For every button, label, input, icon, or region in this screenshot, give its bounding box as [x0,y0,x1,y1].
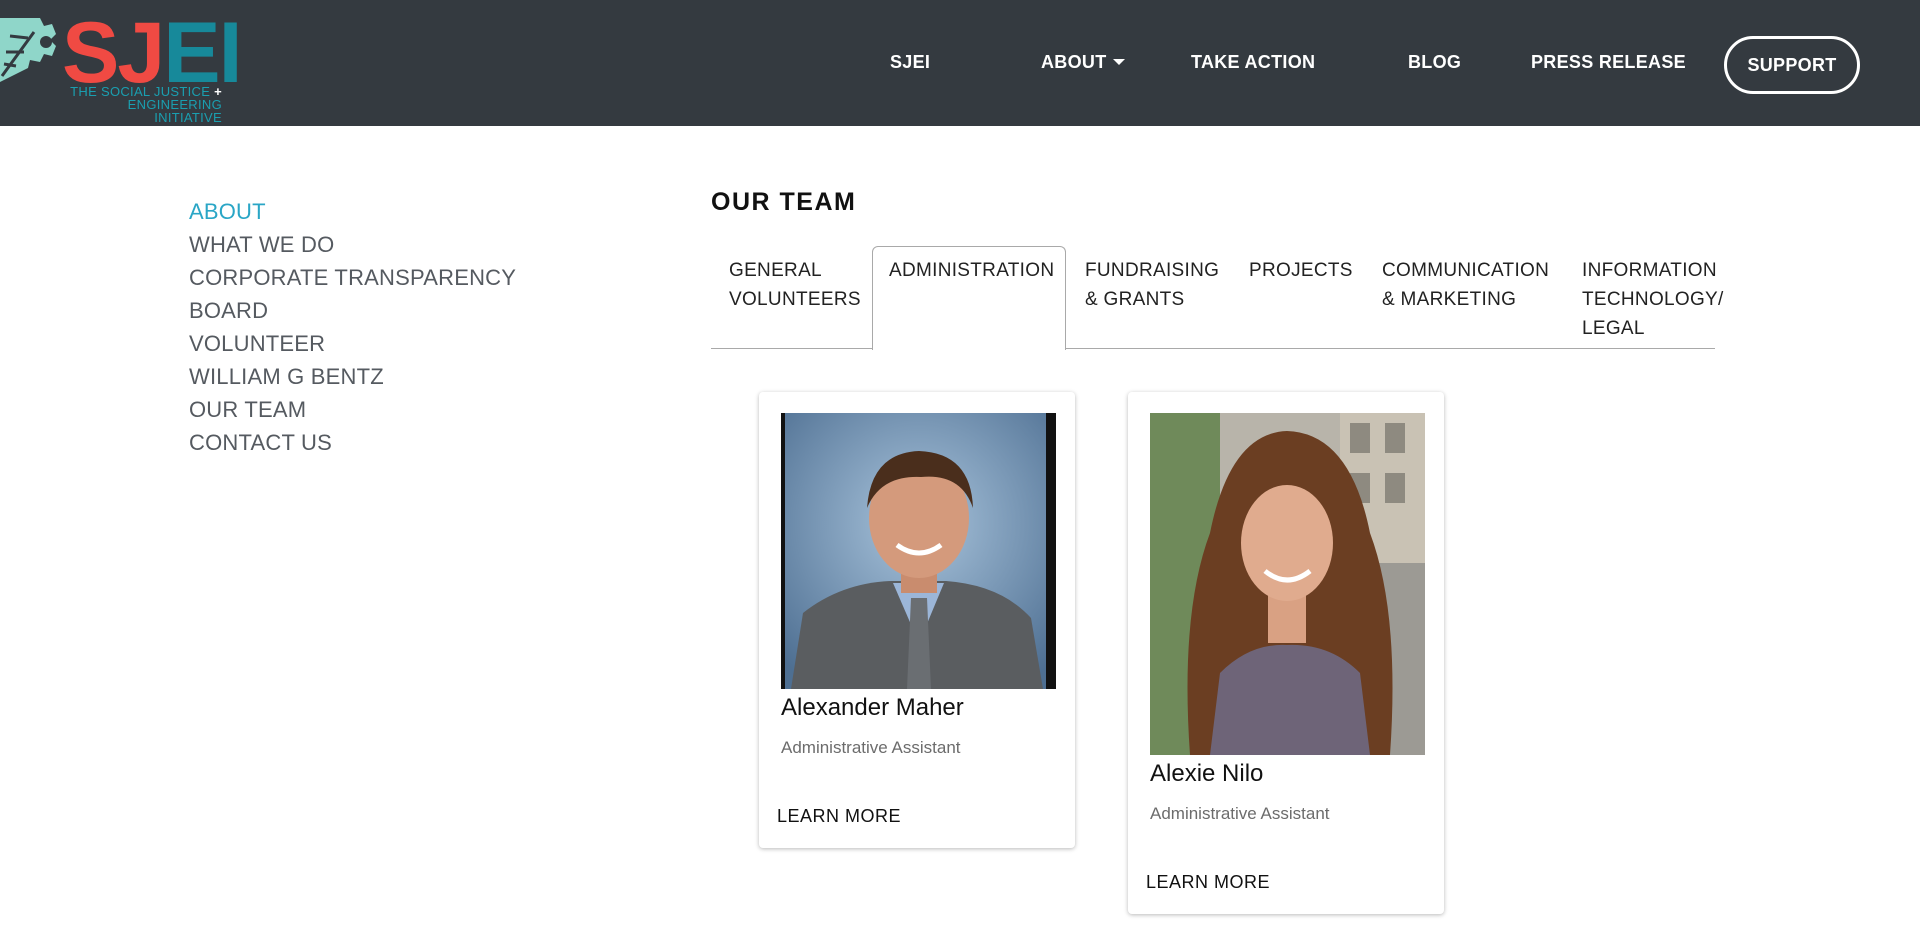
logo-tagline: THE SOCIAL JUSTICE + ENGINEERING INITIAT… [60,85,222,124]
sidebar-item-william-g-bentz[interactable]: WILLIAM G BENTZ [189,360,516,393]
about-sidebar-nav: ABOUT WHAT WE DO CORPORATE TRANSPARENCY … [189,195,516,459]
portrait-photo-icon [781,413,1056,689]
team-member-name: Alexie Nilo [1150,760,1264,787]
team-member-photo [781,413,1056,689]
sidebar-item-contact-us[interactable]: CONTACT US [189,426,516,459]
learn-more-link[interactable]: LEARN MORE [1146,872,1270,893]
nav-sjei[interactable]: SJEI [890,52,930,73]
top-navbar: SJEI THE SOCIAL JUSTICE + ENGINEERING IN… [0,0,1920,126]
sidebar-item-our-team[interactable]: OUR TEAM [189,393,516,426]
tab-label-line: COMMUNICATION [1382,260,1550,281]
tab-label-line: LEGAL [1582,318,1645,339]
team-member-card: Alexander Maher Administrative Assistant… [759,392,1075,848]
caret-down-icon [1112,59,1125,65]
tab-general-volunteers[interactable]: GENERAL VOLUNTEERS [729,256,861,314]
team-member-role: Administrative Assistant [1150,804,1330,823]
tab-label-line: GENERAL [729,260,822,281]
tab-label-line: ADMINISTRATION [889,260,1055,281]
tab-label-line: & MARKETING [1382,289,1517,310]
tabs-divider [711,348,1715,349]
team-member-name: Alexander Maher [781,694,964,721]
sidebar-item-board[interactable]: BOARD [189,294,516,327]
tab-label-line: INFORMATION [1582,260,1717,281]
sidebar-item-volunteer[interactable]: VOLUNTEER [189,327,516,360]
support-button[interactable]: SUPPORT [1724,36,1860,94]
team-member-photo [1150,413,1425,755]
tab-information-technology-legal[interactable]: INFORMATION TECHNOLOGY/ LEGAL [1582,256,1724,343]
leaf-gear-logo-icon [0,18,56,82]
tab-label-line: TECHNOLOGY/ [1582,289,1724,310]
tab-label-line: VOLUNTEERS [729,289,861,310]
learn-more-link[interactable]: LEARN MORE [777,806,901,827]
nav-press-release[interactable]: PRESS RELEASE [1531,52,1686,73]
team-member-card: Alexie Nilo Administrative Assistant LEA… [1128,392,1444,914]
team-member-role: Administrative Assistant [781,738,961,757]
tab-projects[interactable]: PROJECTS [1249,256,1353,285]
tab-label-line: PROJECTS [1249,260,1353,281]
sjei-logo[interactable]: SJEI THE SOCIAL JUSTICE + ENGINEERING IN… [0,8,242,124]
sidebar-item-what-we-do[interactable]: WHAT WE DO [189,228,516,261]
page-title: OUR TEAM [711,188,857,216]
nav-about[interactable]: ABOUT [1041,52,1125,73]
portrait-photo-icon [1150,413,1425,755]
sidebar-item-about[interactable]: ABOUT [189,195,516,228]
tab-label-line: & GRANTS [1085,289,1185,310]
tab-fundraising-grants[interactable]: FUNDRAISING & GRANTS [1085,256,1219,314]
nav-take-action[interactable]: TAKE ACTION [1191,52,1315,73]
tagline-line2: ENGINEERING INITIATIVE [127,97,222,125]
nav-about-label: ABOUT [1041,52,1107,72]
sidebar-item-corporate-transparency[interactable]: CORPORATE TRANSPARENCY [189,261,516,294]
tab-administration[interactable]: ADMINISTRATION [872,246,1066,350]
tab-communication-marketing[interactable]: COMMUNICATION & MARKETING [1382,256,1549,314]
tab-label-line: FUNDRAISING [1085,260,1220,281]
nav-blog[interactable]: BLOG [1408,52,1461,73]
